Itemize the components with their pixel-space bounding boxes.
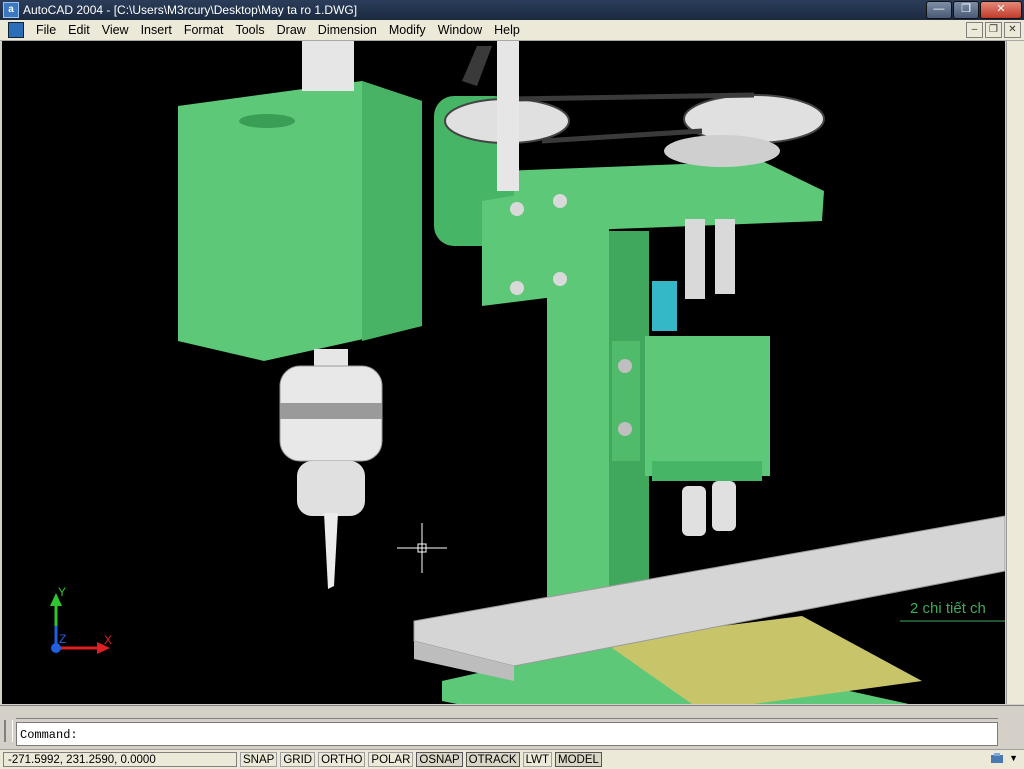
menu-window[interactable]: Window [432, 23, 488, 37]
slot-bolt [618, 359, 632, 373]
ucs-z-label: Z [59, 632, 66, 646]
ucs-x-label: X [104, 633, 112, 647]
doc-restore-button[interactable]: ❐ [985, 22, 1002, 38]
menu-help[interactable]: Help [488, 23, 526, 37]
ortho-toggle[interactable]: ORTHO [318, 752, 366, 767]
lwt-toggle[interactable]: LWT [522, 752, 553, 767]
housing-shaft [302, 41, 354, 91]
spring-right [715, 219, 735, 294]
coordinate-readout[interactable]: -271.5992, 231.2590, 0.0000 [3, 752, 237, 767]
housing-side [362, 81, 422, 341]
close-button[interactable]: ✕ [980, 1, 1022, 19]
housing-hole [239, 114, 295, 128]
chuck-nose [297, 461, 365, 516]
maximize-button[interactable]: ❐ [953, 1, 979, 19]
menu-tools[interactable]: Tools [229, 23, 270, 37]
title-bar: a AutoCAD 2004 - [C:\Users\M3rcury\Deskt… [0, 0, 1024, 20]
spindle-shaft [497, 41, 519, 191]
block-lower [652, 461, 762, 481]
menu-draw[interactable]: Draw [271, 23, 312, 37]
menu-format[interactable]: Format [178, 23, 230, 37]
doc-close-button[interactable]: ✕ [1004, 22, 1021, 38]
drill-bit [324, 513, 338, 589]
window-title: AutoCAD 2004 - [C:\Users\M3rcury\Desktop… [23, 3, 358, 17]
menu-edit[interactable]: Edit [62, 23, 96, 37]
gear-top [664, 135, 780, 167]
document-icon[interactable] [8, 22, 24, 38]
vertical-scrollbar[interactable] [1006, 41, 1024, 704]
menu-view[interactable]: View [96, 23, 135, 37]
belt-diagonal [462, 46, 492, 86]
ucs-y-label: Y [58, 585, 66, 599]
communication-center-icon[interactable] [990, 752, 1004, 766]
osnap-toggle[interactable]: OSNAP [416, 752, 463, 767]
menu-insert[interactable]: Insert [135, 23, 178, 37]
polar-toggle[interactable]: POLAR [368, 752, 414, 767]
motor-bracket [482, 181, 602, 306]
grid-toggle[interactable]: GRID [280, 752, 316, 767]
menu-modify[interactable]: Modify [383, 23, 432, 37]
bolt [510, 281, 524, 295]
status-menu-arrow-icon[interactable]: ▼ [1009, 753, 1018, 763]
menu-dimension[interactable]: Dimension [312, 23, 383, 37]
status-bar: -271.5992, 231.2590, 0.0000 SNAP GRID OR… [0, 749, 1024, 769]
command-window: Command: [0, 705, 1024, 749]
bolt [553, 194, 567, 208]
cad-model-render: 2 chi tiết ch Y Z X [50, 41, 1005, 704]
column-slot [612, 341, 640, 461]
chuck-band [280, 403, 382, 419]
snap-toggle[interactable]: SNAP [240, 752, 278, 767]
model-toggle[interactable]: MODEL [555, 752, 602, 767]
annotation-text: 2 chi tiết ch [910, 600, 986, 617]
bolt [553, 272, 567, 286]
chuck-small-right [712, 481, 736, 531]
limit-switch [652, 281, 677, 331]
command-window-grip[interactable] [4, 720, 13, 742]
command-history [16, 718, 998, 721]
spring-left [685, 219, 705, 299]
minimize-button[interactable]: — [926, 1, 952, 19]
chuck-small-left [682, 486, 706, 536]
command-prompt: Command: [20, 728, 78, 742]
belt-bottom [541, 128, 703, 144]
bolt [510, 202, 524, 216]
doc-minimize-button[interactable]: – [966, 22, 983, 38]
drawing-viewport[interactable]: 2 chi tiết ch Y Z X [2, 41, 1005, 704]
command-input[interactable]: Command: [16, 722, 998, 746]
otrack-toggle[interactable]: OTRACK [465, 752, 520, 767]
menu-bar: File Edit View Insert Format Tools Draw … [0, 20, 1024, 41]
autocad-app-icon[interactable]: a [3, 2, 19, 18]
slot-bolt [618, 422, 632, 436]
menu-file[interactable]: File [30, 23, 62, 37]
spindle-block [645, 336, 770, 476]
